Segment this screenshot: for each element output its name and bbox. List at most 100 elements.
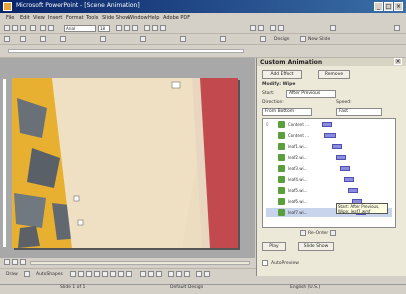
vertical-ruler — [2, 78, 7, 248]
slide-show-button[interactable]: Slide Show — [298, 242, 334, 251]
item-number: 0 — [266, 122, 269, 127]
menu-view[interactable]: View — [33, 15, 45, 21]
undo-icon[interactable] — [250, 25, 256, 31]
cut-icon[interactable] — [40, 25, 46, 31]
oval-icon[interactable] — [94, 271, 100, 277]
font-color-icon[interactable] — [100, 36, 106, 42]
menu-adobe-pdf[interactable]: Adobe PDF — [163, 15, 190, 21]
language-status: English (U.S.) — [290, 285, 321, 290]
timeline-bar[interactable] — [348, 188, 358, 193]
table-icon[interactable] — [278, 25, 284, 31]
timeline-bar[interactable] — [322, 122, 332, 127]
new-icon[interactable] — [4, 25, 10, 31]
menu-window[interactable]: Window — [128, 15, 148, 21]
item-name: leaf4.wi... — [288, 177, 308, 182]
3d-style-icon[interactable] — [204, 271, 210, 277]
menu-slide-show[interactable]: Slide Show — [102, 15, 129, 21]
autopreview-checkbox[interactable] — [262, 260, 268, 266]
line-style-icon[interactable] — [168, 271, 174, 277]
timeline-bar[interactable] — [344, 177, 354, 182]
direction-dropdown[interactable]: From Bottom — [262, 108, 312, 116]
timeline-bar[interactable] — [324, 133, 336, 138]
line-icon[interactable] — [70, 271, 76, 277]
copy-icon[interactable] — [48, 25, 54, 31]
align-left-icon[interactable] — [144, 25, 150, 31]
open-icon[interactable] — [12, 25, 18, 31]
bullets-icon[interactable] — [40, 36, 46, 42]
font-color-draw-icon[interactable] — [156, 271, 162, 277]
help-icon[interactable] — [394, 25, 400, 31]
wordart-icon[interactable] — [110, 271, 116, 277]
horizontal-scrollbar[interactable] — [30, 261, 250, 265]
textbox-icon[interactable] — [102, 271, 108, 277]
numbering-icon[interactable] — [60, 36, 66, 42]
animation-tag — [73, 195, 80, 202]
design-button[interactable]: Design — [274, 37, 290, 42]
increase-font-icon[interactable] — [220, 36, 226, 42]
bold-icon[interactable] — [116, 25, 122, 31]
align-center-icon[interactable] — [152, 25, 158, 31]
line-color-icon[interactable] — [148, 271, 154, 277]
menu-edit[interactable]: Edit — [20, 15, 30, 21]
slide-canvas[interactable] — [12, 78, 238, 248]
shadow-style-icon[interactable] — [196, 271, 202, 277]
shadow-icon[interactable] — [140, 36, 146, 42]
decrease-font-icon[interactable] — [180, 36, 186, 42]
picture-icon[interactable] — [126, 271, 132, 277]
print-icon[interactable] — [30, 25, 36, 31]
redo-icon[interactable] — [258, 25, 264, 31]
item-name: leaf5.wi... — [288, 188, 308, 193]
arrow-style-icon[interactable] — [184, 271, 190, 277]
indent-icon[interactable] — [20, 36, 26, 42]
font-name-box[interactable]: Arial — [64, 25, 96, 32]
timeline-bar[interactable] — [336, 155, 346, 160]
underline-icon[interactable] — [132, 25, 138, 31]
menu-file[interactable]: File — [6, 15, 14, 21]
draw-menu-button[interactable]: Draw — [6, 272, 18, 277]
menu-insert[interactable]: Insert — [48, 15, 62, 21]
fill-color-icon[interactable] — [140, 271, 146, 277]
speed-dropdown[interactable]: Fast — [336, 108, 382, 116]
chart-icon[interactable] — [270, 25, 276, 31]
rectangle-icon[interactable] — [86, 271, 92, 277]
reorder-up-icon[interactable] — [300, 230, 306, 236]
menu-help[interactable]: Help — [148, 15, 159, 21]
effect-icon — [278, 176, 285, 183]
close-icon[interactable]: × — [394, 2, 403, 11]
design-name: Default Design — [170, 285, 204, 290]
new-slide-icon[interactable] — [300, 36, 306, 42]
start-dropdown[interactable]: After Previous — [286, 90, 336, 98]
maximize-icon[interactable]: □ — [384, 2, 393, 11]
clipart-icon[interactable] — [118, 271, 124, 277]
zoom-icon[interactable] — [330, 25, 336, 31]
animation-tag — [171, 81, 181, 89]
dash-style-icon[interactable] — [176, 271, 182, 277]
save-icon[interactable] — [20, 25, 26, 31]
arrow-icon[interactable] — [78, 271, 84, 277]
new-slide-button[interactable]: New Slide — [308, 37, 330, 42]
remove-button[interactable]: Remove — [318, 70, 350, 79]
italic-icon[interactable] — [124, 25, 130, 31]
font-size-box[interactable]: 18 — [98, 25, 110, 32]
slide-design-icon[interactable] — [260, 36, 266, 42]
add-effect-button[interactable]: Add Effect — [262, 70, 302, 79]
speed-label: Speed: — [336, 100, 352, 105]
powerpoint-app-icon[interactable] — [3, 2, 12, 11]
align-right-icon[interactable] — [160, 25, 166, 31]
slide-sorter-icon[interactable] — [12, 259, 18, 265]
timeline-bar[interactable] — [340, 166, 350, 171]
menu-tools[interactable]: Tools — [86, 15, 98, 21]
normal-view-icon[interactable] — [4, 259, 10, 265]
reorder-down-icon[interactable] — [330, 230, 336, 236]
minimize-icon[interactable]: _ — [374, 2, 383, 11]
autoshapes-button[interactable]: AutoShapes — [36, 272, 63, 277]
timeline-bar[interactable] — [332, 144, 342, 149]
menu-format[interactable]: Format — [66, 15, 84, 21]
draw-table-icon[interactable] — [4, 36, 10, 42]
slide-show-view-icon[interactable] — [20, 259, 26, 265]
play-button[interactable]: Play — [262, 242, 286, 251]
select-arrow-icon[interactable] — [24, 271, 30, 277]
effect-icon — [278, 187, 285, 194]
item-name: leaf6.wi... — [288, 199, 308, 204]
pane-close-icon[interactable]: × — [394, 58, 402, 65]
